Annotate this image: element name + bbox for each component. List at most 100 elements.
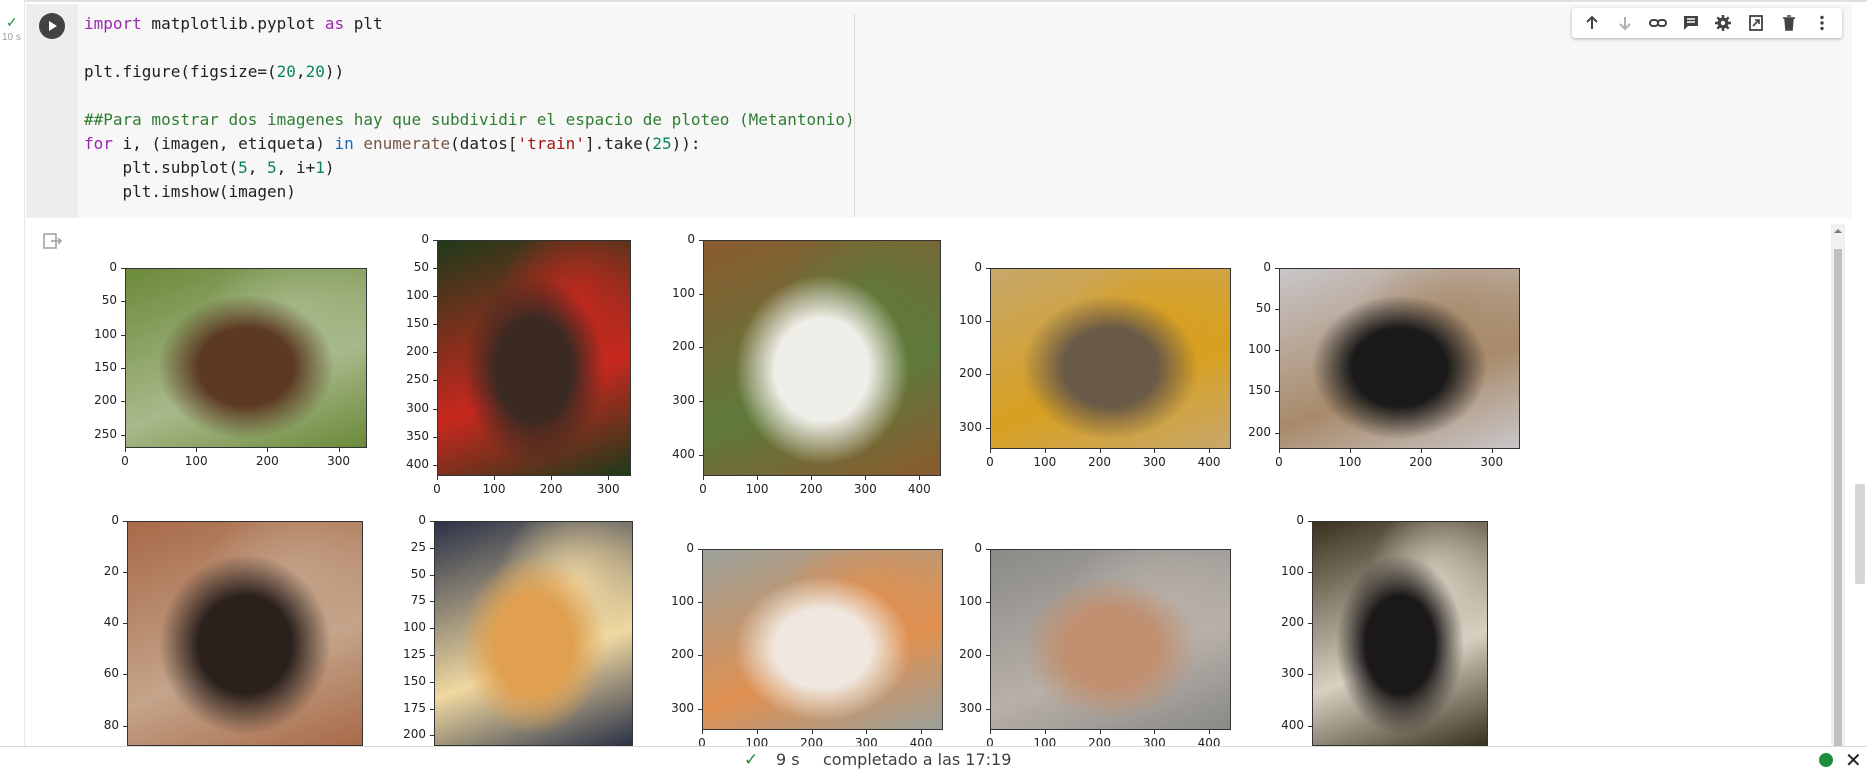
x-tick-label: 400 — [907, 482, 931, 496]
x-tick-label: 0 — [986, 736, 994, 746]
status-text: completado a las 17:19 — [823, 750, 1012, 769]
x-tick-label: 200 — [1409, 455, 1433, 469]
y-tick-mark — [433, 464, 437, 466]
image-dog-behind-fence — [990, 549, 1231, 730]
image-chihuahua-christmas — [437, 240, 631, 476]
y-tick-label: 0 — [687, 232, 695, 246]
y-tick-label: 25 — [410, 539, 426, 554]
y-tick-label: 150 — [406, 316, 429, 331]
y-tick-label: 0 — [686, 541, 694, 555]
image-orange-kittens — [434, 521, 633, 746]
x-tick-mark — [921, 730, 923, 734]
close-status-button[interactable]: ✕ — [1845, 748, 1862, 772]
connected-indicator-icon — [1819, 753, 1833, 767]
y-tick-mark — [698, 708, 702, 710]
output-scrollbar-thumb[interactable] — [1834, 249, 1842, 746]
y-tick-mark — [430, 681, 434, 683]
x-tick-label: 200 — [255, 454, 279, 468]
x-tick-mark — [811, 476, 813, 480]
y-tick-label: 0 — [1263, 260, 1271, 274]
y-tick-label: 300 — [671, 700, 694, 715]
x-tick-mark — [756, 730, 758, 734]
y-tick-mark — [699, 293, 703, 295]
x-tick-mark — [1099, 730, 1101, 734]
y-tick-label: 80 — [103, 717, 119, 732]
y-tick-label: 0 — [418, 513, 426, 527]
x-tick-label: 300 — [596, 482, 620, 496]
y-tick-label: 125 — [403, 646, 426, 661]
y-tick-mark — [1308, 623, 1312, 625]
y-tick-mark — [1275, 432, 1279, 434]
x-tick-label: 400 — [909, 736, 933, 746]
x-tick-mark — [1154, 449, 1156, 453]
x-tick-label: 200 — [799, 482, 823, 496]
page-scrollbar-thumb[interactable] — [1855, 484, 1865, 584]
y-tick-mark — [986, 374, 990, 376]
x-tick-label: 100 — [1033, 736, 1057, 746]
y-tick-mark — [1275, 391, 1279, 393]
scroll-up-arrow-icon[interactable] — [1833, 226, 1843, 236]
y-tick-label: 300 — [406, 400, 429, 415]
y-tick-mark — [430, 547, 434, 549]
status-time: 9 s — [776, 750, 800, 769]
y-tick-label: 100 — [94, 326, 117, 341]
y-tick-mark — [433, 268, 437, 270]
y-tick-label: 100 — [959, 313, 982, 328]
x-tick-label: 0 — [1275, 455, 1283, 469]
x-tick-mark — [608, 476, 610, 480]
y-tick-mark — [986, 427, 990, 429]
y-tick-label: 400 — [1281, 717, 1304, 732]
y-tick-label: 75 — [410, 593, 426, 608]
y-tick-mark — [433, 296, 437, 298]
x-tick-mark — [919, 476, 921, 480]
x-tick-mark — [990, 449, 991, 453]
y-tick-label: 100 — [403, 620, 426, 635]
x-tick-label: 100 — [184, 454, 208, 468]
x-tick-mark — [866, 730, 868, 734]
y-tick-label: 0 — [974, 260, 982, 274]
x-tick-mark — [338, 448, 340, 452]
y-tick-mark — [121, 268, 125, 269]
y-tick-label: 100 — [671, 594, 694, 609]
y-tick-label: 250 — [406, 372, 429, 387]
y-tick-mark — [121, 301, 125, 303]
y-tick-mark — [986, 321, 990, 323]
y-tick-mark — [986, 268, 990, 269]
y-tick-label: 100 — [406, 288, 429, 303]
y-tick-mark — [986, 655, 990, 657]
x-tick-mark — [990, 730, 991, 734]
y-tick-mark — [986, 708, 990, 710]
x-tick-mark — [703, 476, 704, 480]
y-tick-label: 200 — [94, 393, 117, 408]
x-tick-mark — [757, 476, 759, 480]
x-tick-mark — [494, 476, 496, 480]
y-tick-label: 0 — [421, 232, 429, 246]
image-dark-dog-doorway — [127, 521, 363, 746]
y-tick-mark — [121, 434, 125, 436]
y-tick-label: 50 — [410, 566, 426, 581]
y-tick-mark — [430, 601, 434, 603]
y-tick-mark — [1308, 725, 1312, 727]
x-tick-mark — [1044, 730, 1046, 734]
y-tick-mark — [698, 655, 702, 657]
y-tick-mark — [123, 725, 127, 727]
y-tick-label: 100 — [1248, 342, 1271, 357]
y-tick-mark — [430, 708, 434, 710]
y-tick-mark — [433, 436, 437, 438]
x-tick-mark — [1349, 449, 1351, 453]
x-tick-label: 100 — [482, 482, 506, 496]
y-tick-mark — [1308, 521, 1312, 522]
x-tick-label: 200 — [800, 736, 823, 746]
image-boxer-dog — [125, 268, 367, 448]
x-tick-label: 200 — [539, 482, 563, 496]
x-tick-label: 400 — [1197, 736, 1221, 746]
y-tick-label: 175 — [403, 700, 426, 715]
y-tick-label: 200 — [1281, 615, 1304, 630]
y-tick-mark — [986, 549, 990, 550]
y-tick-mark — [699, 240, 703, 241]
y-tick-label: 100 — [672, 285, 695, 300]
y-tick-label: 0 — [109, 260, 117, 274]
x-tick-label: 100 — [1033, 455, 1057, 469]
y-tick-mark — [433, 408, 437, 410]
x-tick-mark — [125, 448, 126, 452]
